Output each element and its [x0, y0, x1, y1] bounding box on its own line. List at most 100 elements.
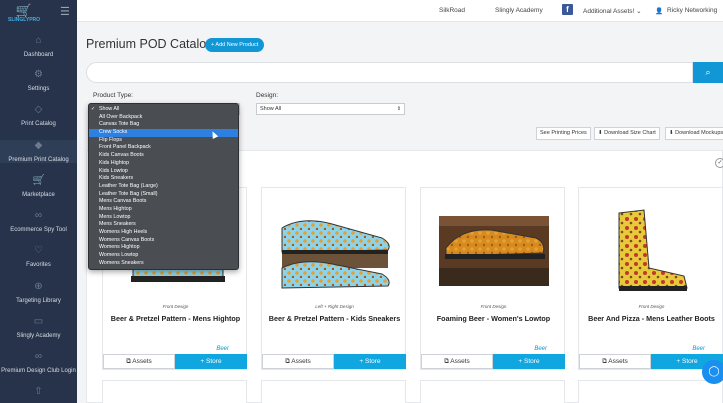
facebook-icon[interactable]: f: [562, 4, 573, 15]
topbar-link-silkroad[interactable]: SilkRoad: [439, 7, 465, 14]
sidebar-item-settings[interactable]: ⚙ Settings: [0, 69, 77, 92]
product-image[interactable]: [579, 198, 723, 298]
dropdown-option-label: Kids Sneakers: [99, 175, 134, 182]
sidebar-item-premium-print-catalog[interactable]: ◆ Premium Print Catalog: [0, 140, 77, 163]
dropdown-option[interactable]: Mens Lowtop: [89, 214, 238, 222]
assets-button[interactable]: ⧉ Assets: [262, 354, 334, 369]
check-circle-icon[interactable]: ✓: [715, 158, 723, 168]
diamond-icon: ◆: [34, 140, 43, 151]
product-card[interactable]: Front Design Foaming Beer - Women's Lowto…: [420, 187, 565, 370]
dropdown-option-label: Mens Sneakers: [99, 221, 136, 228]
chat-bubble-icon[interactable]: ◯: [702, 360, 723, 384]
sidebar-item-label: Marketplace: [22, 192, 55, 198]
dropdown-option-label: Canvas Tote Bag: [99, 121, 140, 128]
sidebar-item-slingly-academy[interactable]: ▭ Slingly Academy: [0, 316, 77, 339]
sidebar-item-targeting-library[interactable]: ⊕ Targeting Library: [0, 281, 77, 304]
dropdown-option[interactable]: Mens Sneakers: [89, 221, 238, 229]
cart-logo-icon: 🛒: [15, 3, 33, 18]
dropdown-option[interactable]: Mens Hightop: [89, 206, 238, 214]
sidebar-item-label: Ecommerce Spy Tool: [10, 227, 67, 233]
search-input[interactable]: [86, 62, 693, 83]
user-menu[interactable]: Ricky Networking: [667, 7, 717, 14]
dropdown-option-label: Show All: [99, 106, 120, 112]
topbar-link-additional-assets[interactable]: Additional Assets! ⌄: [583, 7, 642, 15]
gear-icon: ⚙: [34, 69, 43, 80]
link-icon: ∞: [34, 351, 43, 362]
download-mockups-button[interactable]: ⬇ Download Mockups: [665, 127, 723, 140]
product-name[interactable]: Beer & Pretzel Pattern - Kids Sneakers: [262, 314, 407, 323]
product-tag[interactable]: Beer: [103, 346, 248, 352]
product-name[interactable]: Beer & Pretzel Pattern - Mens Hightop: [103, 314, 248, 323]
dropdown-option[interactable]: Womens Sneakers: [89, 260, 238, 268]
sidebar-item-label: Settings: [27, 86, 50, 92]
product-card[interactable]: Front Design Beer And Pizza - Mens Leathe…: [578, 187, 723, 370]
dropdown-option[interactable]: Womens High Heels: [89, 229, 238, 237]
sidebar-item-label: Print Catalog: [21, 121, 56, 127]
design-select[interactable]: Show All ⇕: [256, 103, 405, 115]
topbar-link-slingly-academy[interactable]: Slingly Academy: [495, 7, 543, 14]
design-select-value: Show All: [260, 106, 282, 112]
dropdown-option[interactable]: Leather Tote Bag (Small): [89, 191, 238, 199]
dropdown-option[interactable]: Flip Flops: [89, 137, 238, 145]
product-card[interactable]: [102, 380, 247, 403]
product-card[interactable]: [261, 380, 406, 403]
add-to-store-button[interactable]: + Store: [493, 354, 565, 369]
dropdown-option[interactable]: Womens Canvas Boots: [89, 237, 238, 245]
sidebar-item-label: Slingly Academy: [16, 333, 61, 339]
dropdown-option-label: Mens Canvas Boots: [99, 198, 147, 205]
logo-text: SLINGLYPRO: [8, 17, 41, 23]
upload-icon: ⇧: [34, 386, 43, 397]
sidebar-item-label: Premium Design Club Login: [1, 368, 76, 374]
hamburger-menu-icon[interactable]: ☰: [60, 5, 70, 18]
dropdown-option-label: Crew Socks: [99, 129, 128, 136]
assets-button[interactable]: ⧉ Assets: [103, 354, 175, 369]
search-button[interactable]: ⌕: [693, 62, 723, 83]
add-to-store-button[interactable]: + Store: [334, 354, 406, 369]
dropdown-option-label: Mens Hightop: [99, 205, 132, 212]
product-card[interactable]: [420, 380, 565, 403]
see-printing-prices-button[interactable]: See Printing Prices: [536, 127, 591, 140]
product-tag[interactable]: Beer: [421, 346, 566, 352]
design-label: Design:: [256, 92, 279, 99]
dropdown-option[interactable]: Kids Lowtop: [89, 168, 238, 176]
dropdown-option[interactable]: Canvas Tote Bag: [89, 121, 238, 129]
product-type-label: Product Type:: [93, 92, 133, 99]
add-to-store-button[interactable]: + Store: [175, 354, 247, 369]
dropdown-option[interactable]: All Over Backpack: [89, 114, 238, 122]
dropdown-option-label: Womens Lowtop: [99, 252, 139, 259]
dropdown-option-label: Leather Tote Bag (Large): [99, 182, 158, 189]
sidebar-item-premium-design-club-login[interactable]: ∞ Premium Design Club Login: [0, 351, 77, 374]
product-card[interactable]: Left + Right Design Beer & Pretzel Patter…: [261, 187, 406, 370]
dropdown-option[interactable]: Womens Hightop: [89, 244, 238, 252]
dropdown-option[interactable]: Kids Hightop: [89, 160, 238, 168]
sidebar-item-marketplace[interactable]: 🛒 Marketplace: [0, 175, 77, 198]
sidebar-item-favorites[interactable]: ♡ Favorites: [0, 245, 77, 268]
product-name[interactable]: Beer And Pizza - Mens Leather Boots: [579, 314, 723, 323]
product-card[interactable]: [578, 380, 723, 403]
product-image[interactable]: [262, 198, 407, 298]
sidebar-item-dashboard[interactable]: ⌂ Dashboard: [0, 35, 77, 58]
sidebar-item-print-catalog[interactable]: ◇ Print Catalog: [0, 104, 77, 127]
product-tag[interactable]: Beer: [579, 346, 723, 352]
product-name[interactable]: Foaming Beer - Women's Lowtop: [421, 314, 566, 323]
dropdown-option[interactable]: Leather Tote Bag (Large): [89, 183, 238, 191]
sidebar: 🛒 SLINGLYPRO ⌂ Dashboard ⚙ Settings ◇ Print C…: [0, 0, 77, 403]
sidebar-item-label: Dashboard: [23, 52, 54, 58]
dropdown-option[interactable]: Kids Sneakers: [89, 175, 238, 183]
dropdown-option[interactable]: Mens Canvas Boots: [89, 198, 238, 206]
sidebar-item-ecommerce-spy-tool[interactable]: ∞ Ecommerce Spy Tool: [0, 210, 77, 233]
assets-button[interactable]: ⧉ Assets: [579, 354, 651, 369]
sidebar-item-upload[interactable]: ⇧: [0, 386, 77, 403]
add-new-product-button[interactable]: + Add New Product: [205, 38, 265, 52]
design-placement: Left + Right Design: [315, 304, 354, 309]
dropdown-option[interactable]: Kids Canvas Boots: [89, 152, 238, 160]
download-size-chart-button[interactable]: ⬇ Download Size Chart: [594, 127, 660, 140]
dropdown-option[interactable]: Front Panel Backpack: [89, 144, 238, 152]
user-icon: 👤: [655, 8, 664, 15]
link-icon: ∞: [34, 210, 43, 221]
dropdown-option[interactable]: Womens Lowtop: [89, 252, 238, 260]
assets-button[interactable]: ⧉ Assets: [421, 354, 493, 369]
product-type-dropdown[interactable]: ✓ Show All All Over Backpack Canvas Tote Ba…: [88, 103, 239, 270]
dropdown-option[interactable]: ✓ Show All: [89, 106, 238, 114]
product-image[interactable]: [421, 198, 566, 298]
